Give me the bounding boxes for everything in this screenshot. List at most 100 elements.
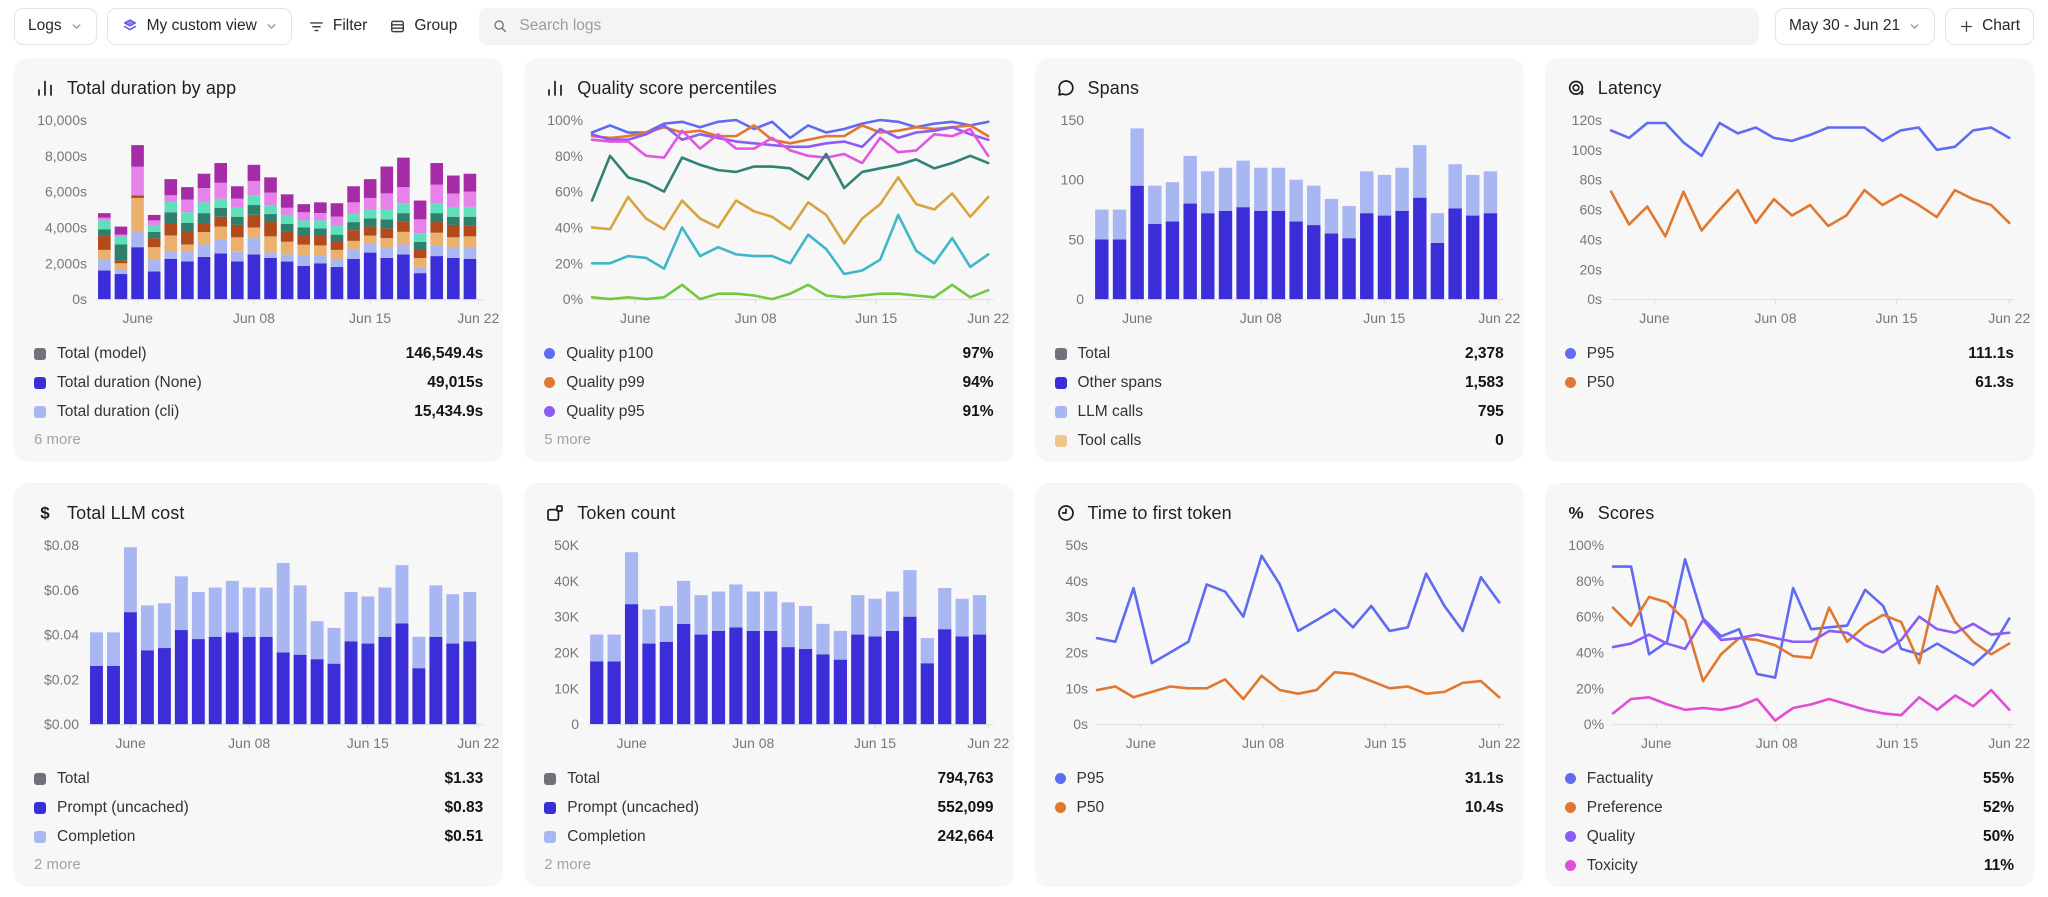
svg-text:40s: 40s — [1065, 573, 1088, 589]
legend-item[interactable]: Quality p9994% — [544, 368, 993, 397]
legend-item[interactable]: LLM calls795 — [1055, 397, 1504, 426]
legend-item[interactable]: Total$1.33 — [34, 764, 483, 793]
legend-label: Preference — [1587, 799, 1663, 817]
latency-chart: 0s20s40s60s80s100s120sJuneJun 08Jun 15Ju… — [1565, 107, 2014, 335]
view-selector[interactable]: My custom view — [107, 8, 292, 45]
legend-marker — [1055, 348, 1067, 360]
add-chart-button[interactable]: Chart — [1945, 8, 2034, 45]
svg-text:Jun 22: Jun 22 — [967, 310, 1009, 326]
legend-item[interactable]: Quality50% — [1565, 822, 2014, 851]
legend-item[interactable]: Total duration (cli)15,434.9s — [34, 397, 483, 426]
legend-item[interactable]: Preference52% — [1565, 793, 2014, 822]
logs-dropdown-label: Logs — [28, 17, 62, 35]
legend-value: 97% — [962, 345, 993, 363]
legend-item[interactable]: P9531.1s — [1055, 764, 1504, 793]
legend-marker — [1565, 860, 1576, 871]
filter-icon — [308, 18, 325, 35]
svg-text:8,000s: 8,000s — [45, 148, 87, 164]
chevron-down-icon — [265, 20, 278, 33]
legend-item[interactable]: Quality p9591% — [544, 397, 993, 426]
legend-item[interactable]: P5010.4s — [1055, 793, 1504, 822]
legend-item[interactable]: Total794,763 — [544, 764, 993, 793]
snail-icon — [1565, 77, 1587, 99]
legend-item[interactable]: Prompt (uncached)$0.83 — [34, 793, 483, 822]
token-icon — [544, 502, 566, 524]
search-field[interactable] — [479, 8, 1759, 45]
scores-legend: Factuality55%Preference52%Quality50%Toxi… — [1565, 764, 2014, 880]
legend-label: P95 — [1587, 345, 1615, 363]
svg-text:80s: 80s — [1579, 172, 1602, 188]
legend-item[interactable]: Quality p100 97% — [544, 339, 993, 368]
svg-text:120s: 120s — [1571, 112, 1601, 128]
card-title: Token count — [577, 503, 675, 524]
svg-text:40%: 40% — [555, 219, 583, 235]
legend-item[interactable]: Tool calls 0 — [1055, 426, 1504, 455]
llm-cost-legend: Total$1.33Prompt (uncached)$0.83Completi… — [34, 764, 483, 851]
search-input[interactable] — [517, 16, 1746, 36]
latency-legend: P95 111.1s P5061.3s — [1565, 339, 2014, 397]
svg-text:Jun 08: Jun 08 — [1242, 735, 1284, 751]
legend-item[interactable]: Toxicity11% — [1565, 851, 2014, 880]
legend-more[interactable]: 6 more — [34, 426, 483, 453]
legend-item[interactable]: Total (model)146,549.4s — [34, 339, 483, 368]
legend-item[interactable]: Total duration (None)49,015s — [34, 368, 483, 397]
legend-more[interactable]: 2 more — [34, 851, 483, 878]
legend-item[interactable]: Total2,378 — [1055, 339, 1504, 368]
svg-text:Jun 08: Jun 08 — [233, 310, 275, 326]
legend-item[interactable]: Prompt (uncached)552,099 — [544, 793, 993, 822]
filter-button[interactable]: Filter — [302, 8, 373, 45]
svg-text:80%: 80% — [555, 148, 583, 164]
svg-text:20s: 20s — [1579, 261, 1602, 277]
legend-label: Total duration (None) — [57, 374, 202, 392]
legend-more[interactable]: 2 more — [544, 851, 993, 878]
legend-label: Completion — [567, 828, 645, 846]
legend-item[interactable]: P5061.3s — [1565, 368, 2014, 397]
svg-text:2,000s: 2,000s — [45, 255, 87, 271]
legend-value: $0.51 — [444, 828, 483, 846]
legend-label: Tool calls — [1078, 432, 1142, 450]
legend-value: 10.4s — [1465, 799, 1504, 817]
legend-label: P50 — [1587, 374, 1615, 392]
legend-marker — [1055, 435, 1067, 447]
svg-text:Jun 08: Jun 08 — [733, 735, 775, 751]
legend-value: 91% — [962, 403, 993, 421]
legend-more[interactable]: 5 more — [544, 426, 993, 453]
card-title: Total LLM cost — [67, 503, 184, 524]
card-scores: % Scores 0%20%40%60%80%100%JuneJun 08Jun… — [1545, 483, 2034, 887]
legend-marker — [1055, 773, 1066, 784]
legend-value: 111.1s — [1968, 345, 2014, 363]
legend-label: Quality p100 — [566, 345, 653, 363]
legend-value: 55% — [1983, 770, 2014, 788]
card-spans: Spans 050100150JuneJun 08Jun 15Jun 22 To… — [1035, 58, 1524, 462]
clock-icon — [1055, 502, 1077, 524]
logs-dropdown[interactable]: Logs — [14, 8, 97, 45]
legend-marker — [544, 406, 555, 417]
legend-item[interactable]: Other spans1,583 — [1055, 368, 1504, 397]
svg-text:Jun 15: Jun 15 — [1364, 735, 1406, 751]
svg-text:Jun 22: Jun 22 — [1988, 310, 2030, 326]
svg-text:60%: 60% — [555, 184, 583, 200]
svg-text:Jun 22: Jun 22 — [967, 735, 1009, 751]
svg-text:50: 50 — [1068, 231, 1084, 247]
legend-marker — [1565, 377, 1576, 388]
quality-percentiles-legend: Quality p100 97% Quality p9994%Quality p95… — [544, 339, 993, 426]
legend-label: Total (model) — [57, 345, 147, 363]
legend-value: 0 — [1495, 432, 1504, 450]
spans-chart: 050100150JuneJun 08Jun 15Jun 22 — [1055, 107, 1504, 335]
svg-text:%: % — [1568, 504, 1583, 523]
legend-marker — [1565, 831, 1576, 842]
svg-text:$0.06: $0.06 — [44, 582, 79, 598]
svg-text:Jun 08: Jun 08 — [1239, 310, 1281, 326]
group-button[interactable]: Group — [383, 8, 463, 45]
legend-item[interactable]: Completion242,664 — [544, 822, 993, 851]
legend-value: $1.33 — [444, 770, 483, 788]
svg-text:40%: 40% — [1576, 644, 1604, 660]
legend-item[interactable]: Factuality55% — [1565, 764, 2014, 793]
group-button-label: Group — [414, 17, 457, 35]
legend-item[interactable]: Completion$0.51 — [34, 822, 483, 851]
date-range-picker[interactable]: May 30 - Jun 21 — [1775, 8, 1935, 45]
svg-text:June: June — [1641, 735, 1672, 751]
legend-item[interactable]: P95 111.1s — [1565, 339, 2014, 368]
legend-marker — [1565, 802, 1576, 813]
svg-text:0s: 0s — [72, 291, 87, 307]
